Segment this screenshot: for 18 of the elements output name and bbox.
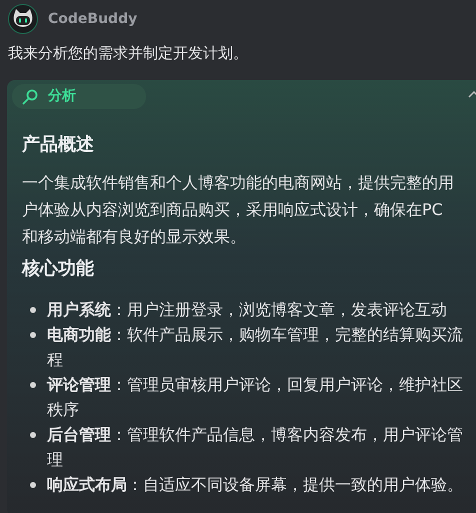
analysis-toggle[interactable]: 分析 bbox=[12, 84, 146, 109]
feature-item: 评论管理：管理员审核用户评论，回复用户评论，维护社区秩序 bbox=[47, 374, 464, 420]
bullet-icon bbox=[30, 432, 36, 438]
bullet-icon bbox=[30, 306, 36, 312]
assistant-name: CodeBuddy bbox=[48, 10, 138, 28]
section-heading: 产品概述 bbox=[22, 132, 95, 156]
bullet-icon bbox=[30, 332, 36, 338]
bullet-icon bbox=[30, 382, 36, 388]
feature-item: 响应式布局：自适应不同设备屏幕，提供一致的用户体验。 bbox=[47, 474, 463, 496]
feature-item: 用户系统：用户注册登录，浏览博客文章，发表评论互动 bbox=[47, 298, 447, 320]
bullet-icon bbox=[30, 482, 36, 488]
feature-item: 电商功能：软件产品展示，购物车管理，完整的结算购买流程 bbox=[47, 324, 464, 370]
robot-avatar-icon bbox=[8, 4, 38, 34]
description-paragraph: 一个集成软件销售和个人博客功能的电商网站，提供完整的用户体验从内容浏览到商品购买，采用响应式设计，确保在PC和移动端都有良好的显示效果。 bbox=[22, 172, 455, 248]
feature-item: 后台管理：管理软件产品信息，博客内容发布，用户评论管理 bbox=[47, 424, 464, 470]
message-text: 我来分析您的需求并制定开发计划。 bbox=[7, 43, 249, 64]
search-icon bbox=[22, 88, 38, 104]
section-heading: 核心功能 bbox=[22, 256, 95, 280]
